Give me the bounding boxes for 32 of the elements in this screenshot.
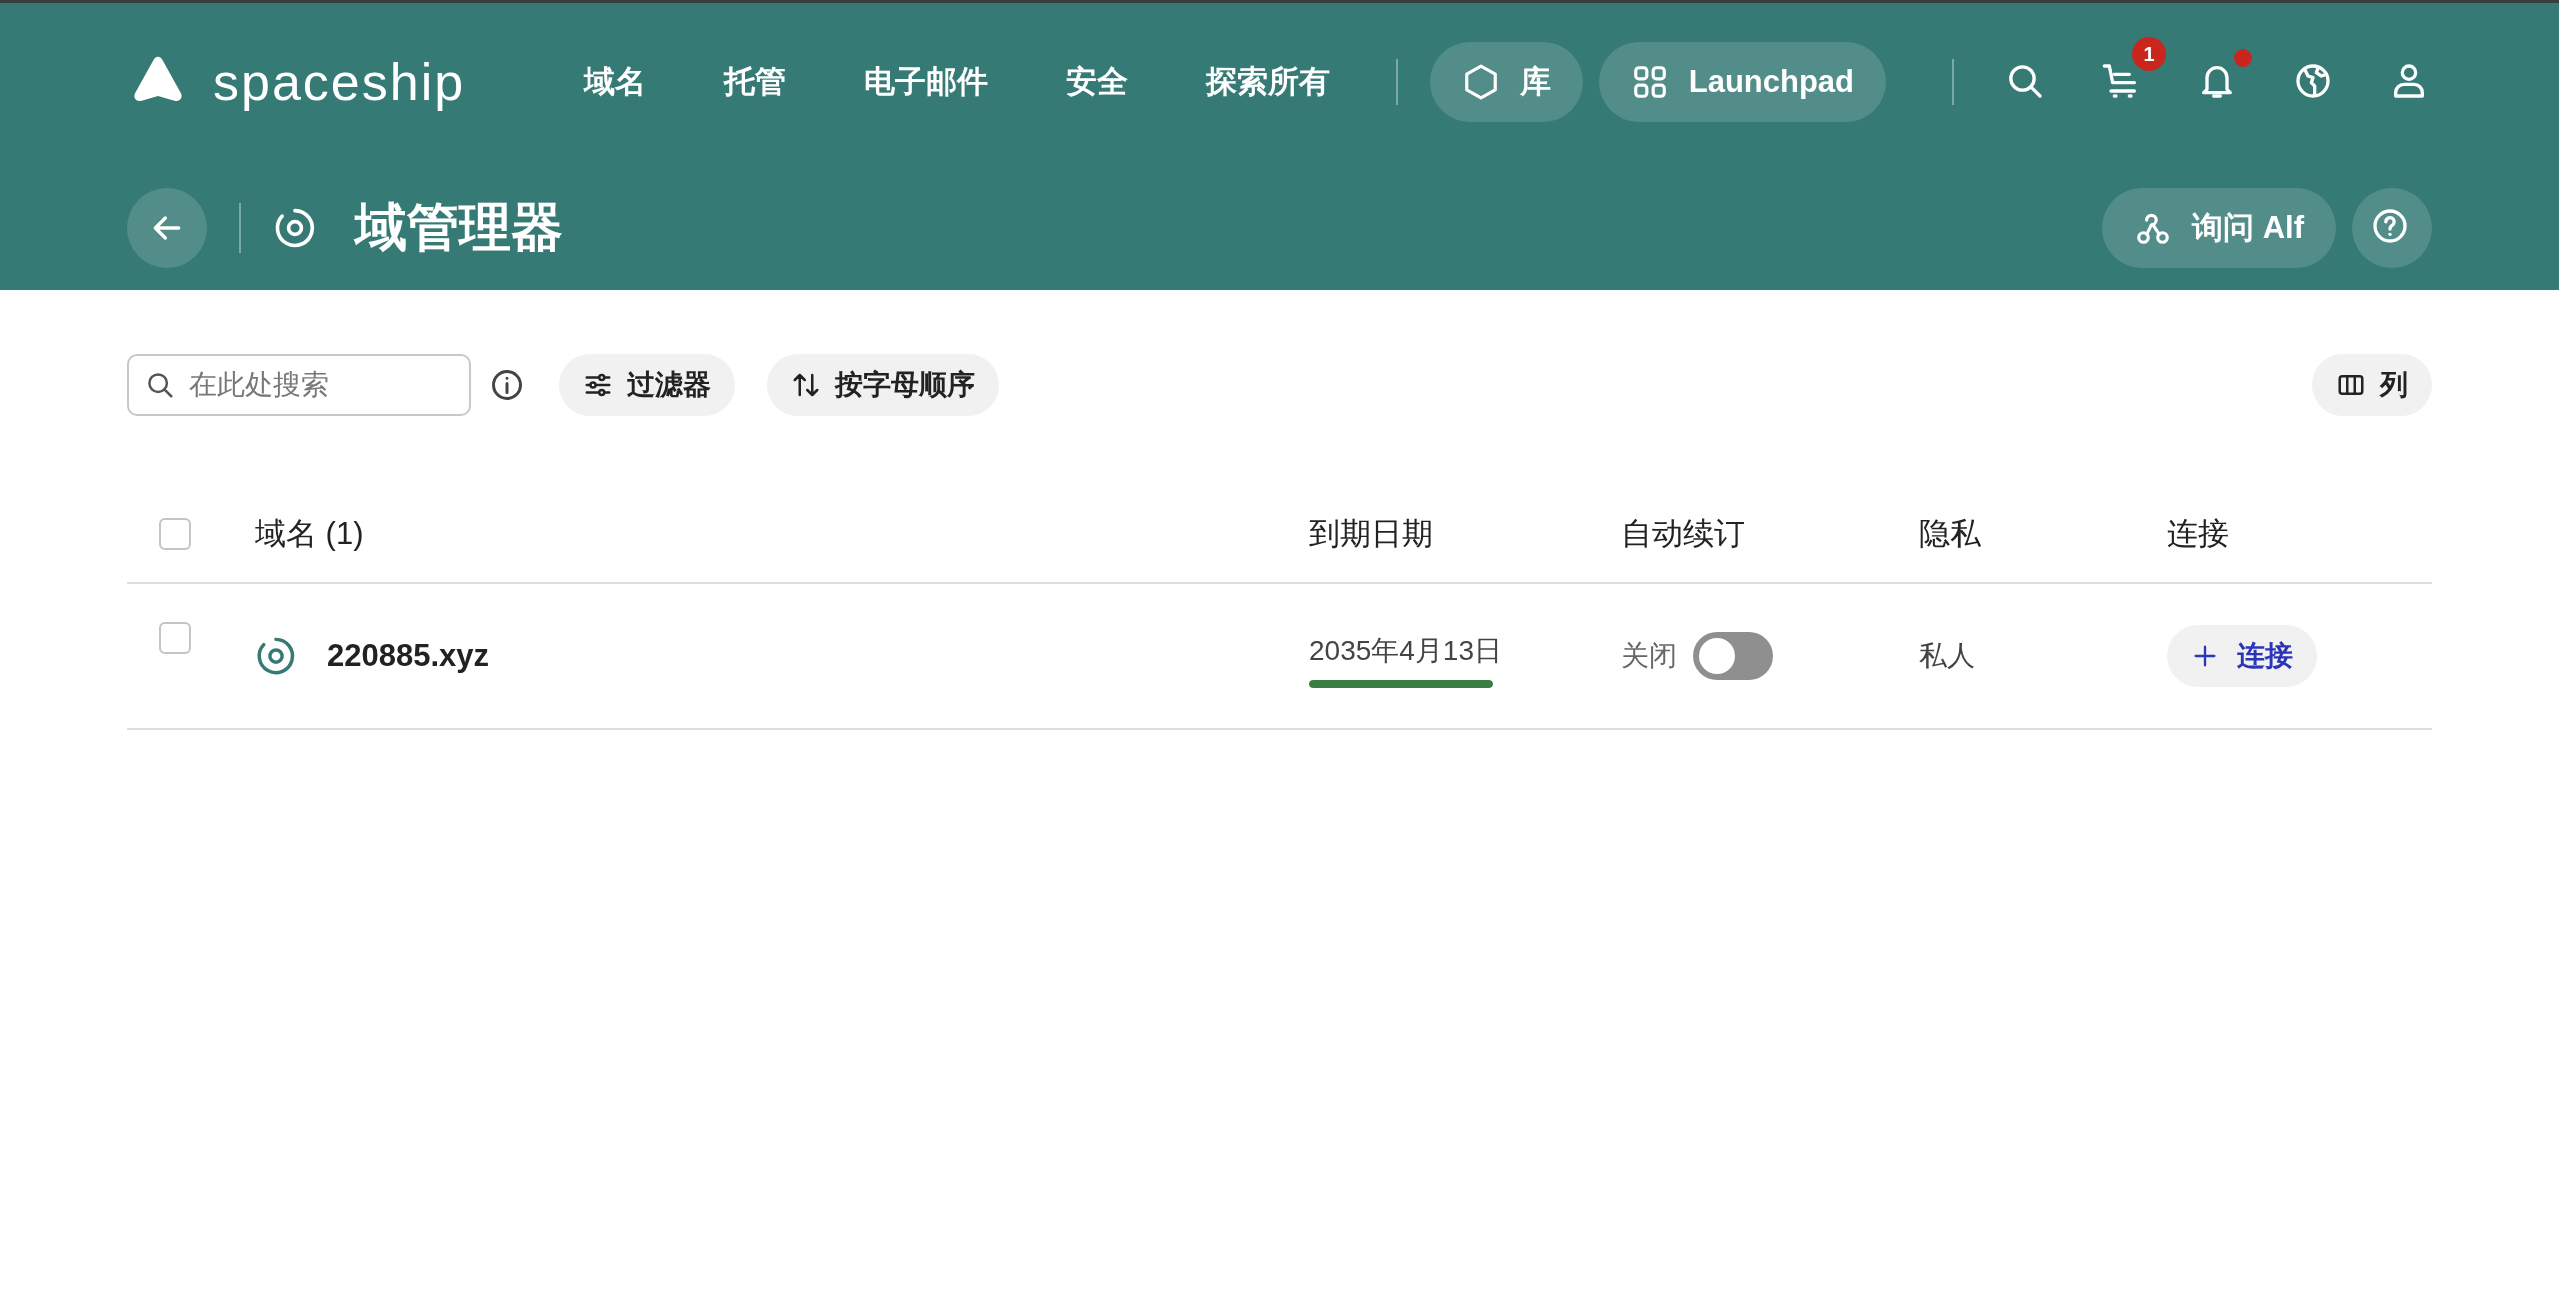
- nav-link[interactable]: 探索所有: [1205, 61, 1330, 103]
- ask-button[interactable]: 询问 Alf: [2102, 188, 2336, 268]
- filter-button[interactable]: 过滤器: [559, 354, 735, 416]
- connect-button[interactable]: 连接: [2167, 625, 2317, 687]
- launchpad-button[interactable]: Launchpad: [1598, 42, 1887, 122]
- column-header[interactable]: 隐私: [1919, 513, 1981, 555]
- checkbox[interactable]: [159, 518, 191, 550]
- target-icon: [255, 635, 297, 677]
- target-icon: [273, 206, 317, 250]
- toggle-switch[interactable]: [1693, 632, 1773, 680]
- info-icon: [489, 367, 525, 403]
- nav-link[interactable]: 电子邮件: [863, 61, 988, 103]
- expiry-date: 2035年4月13日: [1309, 634, 1502, 668]
- nav-link[interactable]: 托管: [723, 61, 786, 103]
- search-field[interactable]: 在此处搜索: [127, 354, 471, 416]
- columns-button[interactable]: 列: [2312, 354, 2432, 416]
- toggle-label: 关闭: [1621, 639, 1677, 673]
- sort-button[interactable]: 按字母顺序: [767, 354, 999, 416]
- privacy-status: 私人: [1919, 639, 1975, 673]
- column-header[interactable]: 到期日期: [1309, 513, 1433, 555]
- domain-name[interactable]: 220885.xyz: [327, 638, 490, 674]
- library-button[interactable]: 库: [1429, 42, 1583, 122]
- column-header[interactable]: 自动续订: [1621, 513, 1745, 555]
- checkbox[interactable]: [159, 622, 191, 654]
- nav-link[interactable]: 安全: [1065, 61, 1128, 103]
- count-badge: 1: [2132, 37, 2166, 71]
- column-header[interactable]: 连接: [2167, 513, 2229, 555]
- nav-link[interactable]: 域名: [583, 61, 646, 103]
- column-header[interactable]: 域名 (1): [255, 513, 364, 555]
- question-icon: [2370, 206, 2410, 246]
- page-title: 域管理器: [355, 197, 563, 258]
- search-icon: [145, 370, 175, 400]
